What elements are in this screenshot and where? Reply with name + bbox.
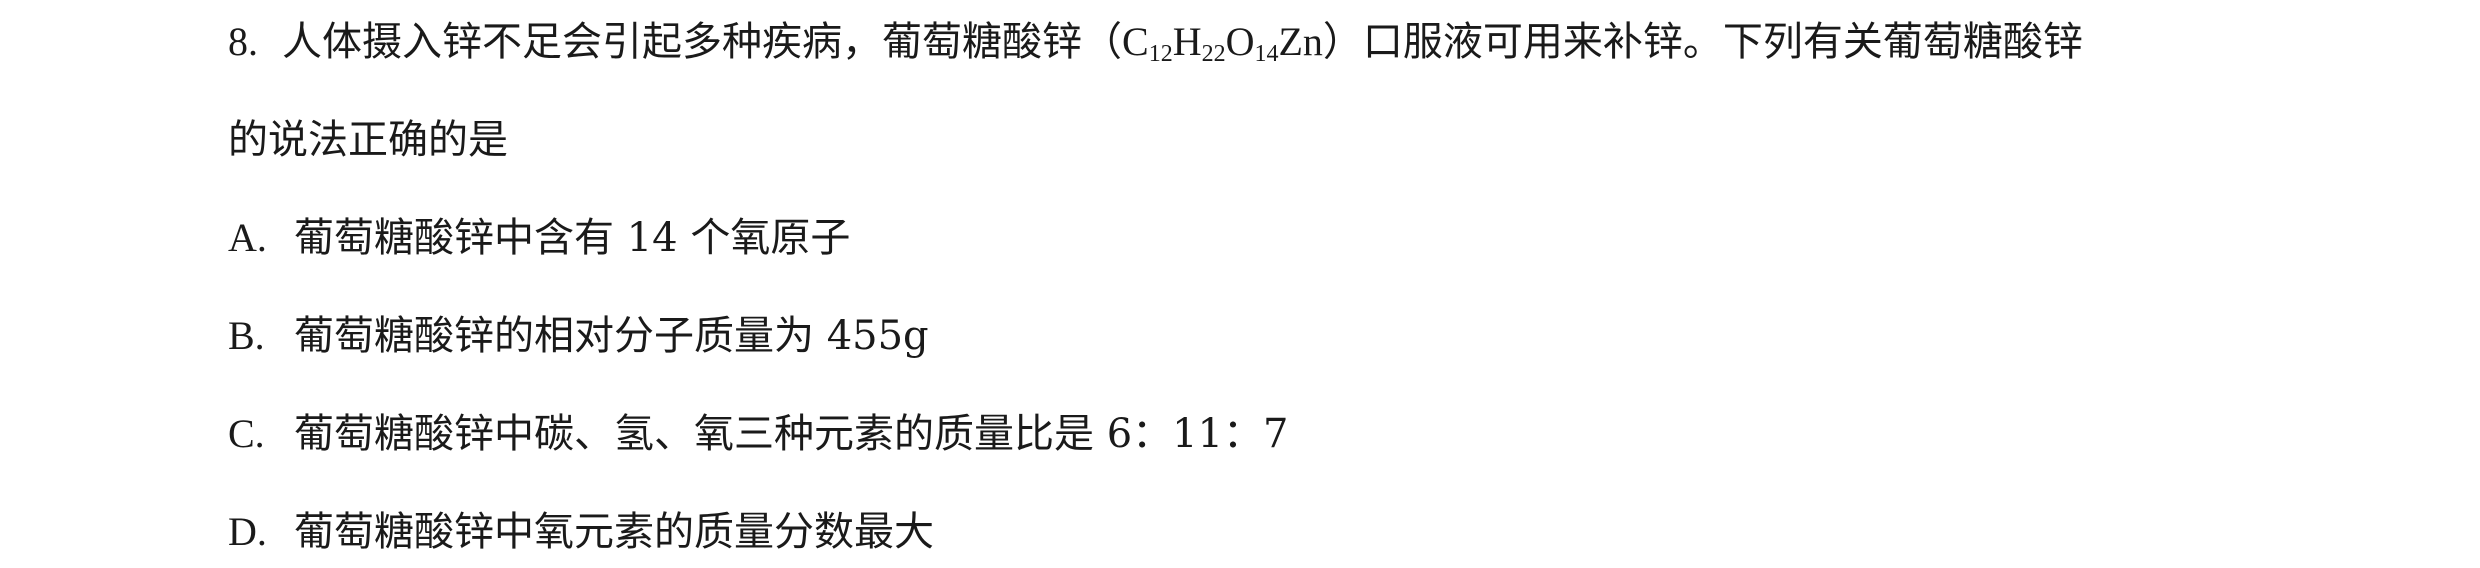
option-a-text: 葡萄糖酸锌中含有 14 个氧原子 bbox=[294, 215, 851, 261]
option-c-text: 葡萄糖酸锌中碳、氢、氧三种元素的质量比是 6：11：7 bbox=[294, 411, 1289, 457]
option-b[interactable]: B. 葡萄糖酸锌的相对分子质量为 455g bbox=[228, 312, 929, 360]
formula-element-zn: Zn bbox=[1278, 19, 1323, 64]
option-d-text: 葡萄糖酸锌中氧元素的质量分数最大 bbox=[294, 509, 934, 555]
question-number: 8. bbox=[228, 19, 258, 64]
option-a-letter: A. bbox=[228, 215, 267, 260]
formula-element-h: H bbox=[1172, 19, 1202, 64]
option-d-letter: D. bbox=[228, 509, 267, 554]
formula-element-o: O bbox=[1225, 19, 1255, 64]
question-stem-continuation: 的说法正确的是 bbox=[228, 117, 508, 163]
formula-subscript-o: 14 bbox=[1254, 41, 1279, 67]
option-a[interactable]: A. 葡萄糖酸锌中含有 14 个氧原子 bbox=[228, 214, 850, 262]
question-stem-line-1: 8. 人体摄入锌不足会引起多种疾病，葡萄糖酸锌（C12H22O14Zn）口服液可用… bbox=[228, 18, 2083, 66]
option-b-letter: B. bbox=[228, 313, 265, 358]
option-c-letter: C. bbox=[228, 411, 265, 456]
formula-element-c: C bbox=[1122, 19, 1149, 64]
question-stem-part-2: ）口服液可用来补锌。下列有关葡萄糖酸锌 bbox=[1322, 19, 2083, 65]
formula-subscript-c: 12 bbox=[1148, 41, 1173, 67]
chemical-formula: C12H22O14Zn bbox=[1122, 19, 1323, 67]
question-stem-part-1: 人体摄入锌不足会引起多种疾病，葡萄糖酸锌（ bbox=[282, 19, 1122, 65]
option-d[interactable]: D. 葡萄糖酸锌中氧元素的质量分数最大 bbox=[228, 508, 934, 556]
option-c[interactable]: C. 葡萄糖酸锌中碳、氢、氧三种元素的质量比是 6：11：7 bbox=[228, 410, 1289, 458]
option-b-text: 葡萄糖酸锌的相对分子质量为 455g bbox=[294, 313, 929, 359]
question-stem-line-2: 的说法正确的是 bbox=[228, 116, 508, 164]
formula-subscript-h: 22 bbox=[1201, 41, 1226, 67]
